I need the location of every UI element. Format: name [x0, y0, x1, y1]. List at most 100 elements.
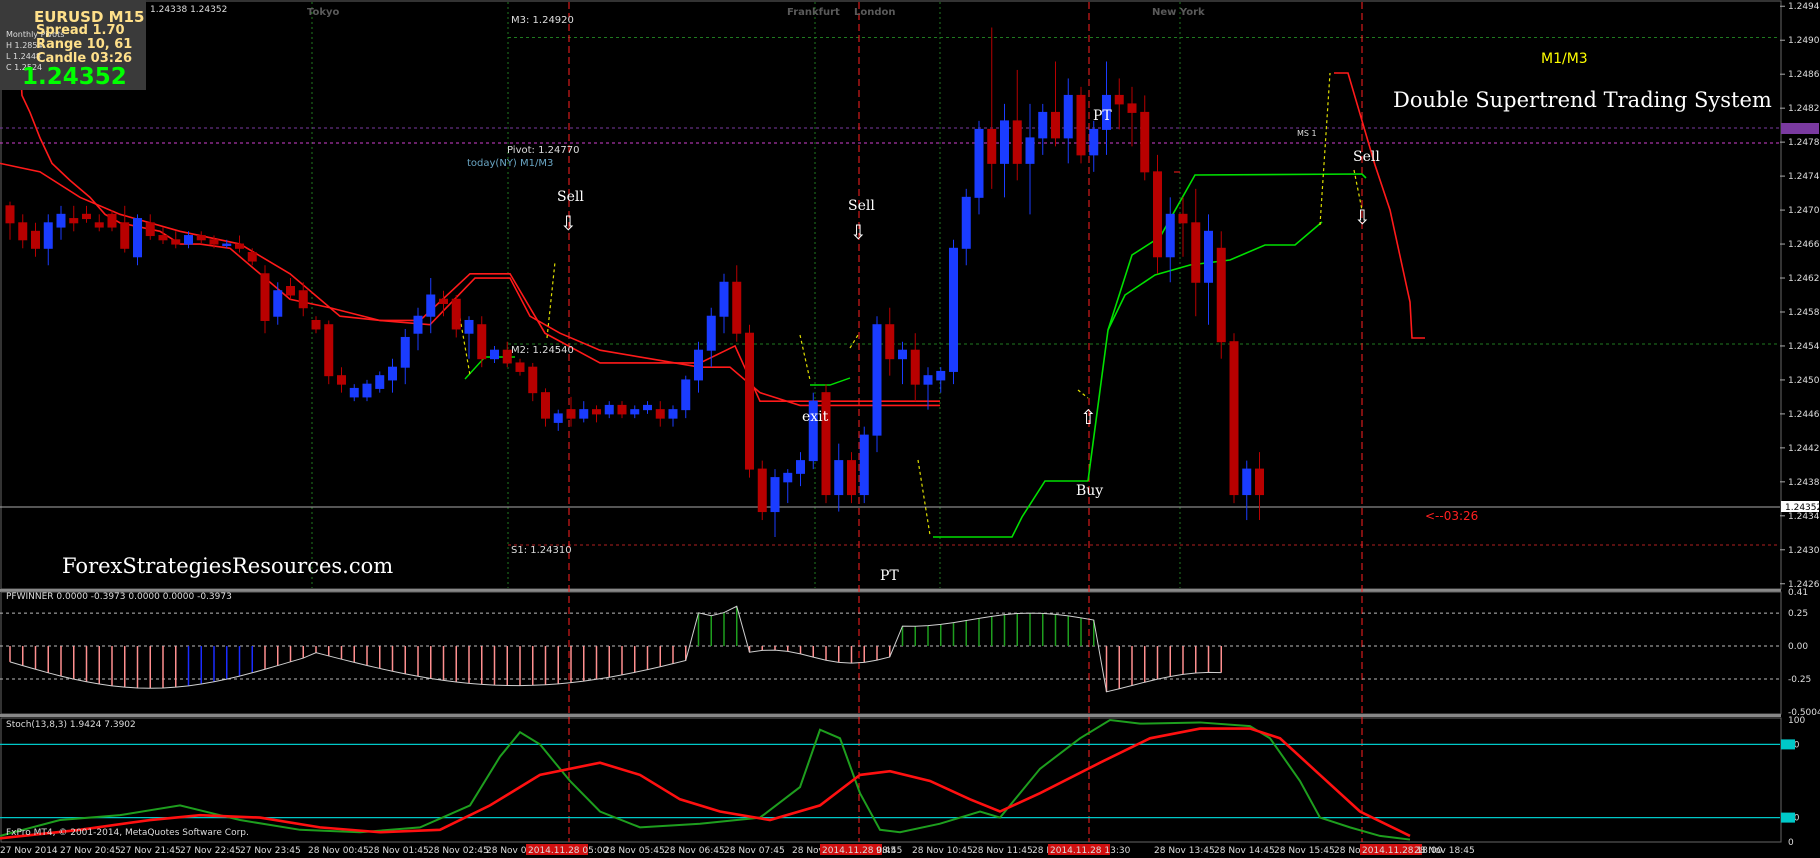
candle-body	[209, 239, 219, 245]
candle-body	[617, 404, 627, 415]
level-ms1: MS 1	[1297, 129, 1317, 138]
candle-body	[18, 222, 28, 241]
candle-body	[553, 413, 563, 423]
website-watermark: ForexStrategiesResources.com	[62, 554, 394, 578]
candle-body	[541, 392, 550, 419]
candle-body	[655, 409, 665, 419]
candle-body	[1204, 230, 1213, 283]
exit-signal: exit	[802, 409, 829, 425]
copyright-label: FxPro MT4, © 2001-2014, MetaQuotes Softw…	[6, 828, 249, 838]
level-m2: M2: 1.24540	[511, 345, 574, 356]
time-tick-label: 28 Nov	[792, 846, 825, 856]
candle-body	[515, 362, 525, 372]
price-tick-label: 1.24665	[1788, 240, 1820, 250]
candle-body	[273, 290, 283, 317]
time-tick-label: 28 Nov 15:45	[1274, 846, 1335, 856]
candle-body	[834, 460, 844, 496]
stoch-level-box	[1781, 739, 1795, 750]
supertrend-green-lower-line	[933, 480, 1088, 538]
candle-body	[43, 222, 53, 249]
price-tick-label: 1.24505	[1788, 376, 1820, 386]
candle-body	[107, 213, 117, 228]
candle-body	[528, 366, 538, 394]
candle-body	[1191, 222, 1201, 283]
candle-body	[413, 315, 423, 334]
candle-body	[1165, 213, 1175, 258]
candle-body	[120, 222, 130, 249]
session-london: London	[854, 7, 896, 18]
price-tick-label: 1.24945	[1788, 2, 1820, 12]
candle-body	[184, 235, 193, 245]
candle-body	[69, 218, 79, 224]
candle-body	[82, 213, 91, 220]
candle-body	[732, 281, 742, 334]
price-tick-label: 1.24385	[1788, 478, 1820, 488]
candle-body	[1114, 94, 1124, 105]
candle-body	[579, 409, 589, 419]
candle-body	[592, 409, 601, 415]
candle-body	[298, 290, 308, 309]
sell-signal-1: Sell	[557, 189, 584, 205]
symbol-info-panel: EURUSD M15 Monthly Pivots H 1.2854 L 1.2…	[0, 0, 146, 90]
candle-body	[145, 222, 155, 237]
candle-body	[426, 294, 436, 317]
candle-body	[171, 239, 181, 245]
candle-body	[910, 349, 920, 385]
candle-body	[566, 409, 576, 419]
down-arrow-icon: ⇩	[560, 211, 577, 235]
price-tick-label: 1.24705	[1788, 206, 1820, 216]
stoch-tick-label: 100	[1788, 716, 1805, 726]
pfwinner-label: PFWINNER 0.0000 -0.3973 0.0000 0.0000 -0…	[6, 592, 232, 602]
time-tick-label: 28 Nov 13:45	[1154, 846, 1215, 856]
candle-body	[286, 286, 295, 296]
candle-body	[1000, 120, 1009, 164]
bid-ask-quote: 1.24338 1.24352	[150, 5, 228, 15]
stoch-panel-frame	[0, 717, 1782, 843]
time-tick-label: 28 Nov 14:45	[1214, 846, 1275, 856]
supertrend-green-mid-line	[1107, 221, 1323, 331]
price-tick-label: 1.24425	[1788, 444, 1820, 454]
candle-body	[5, 205, 15, 224]
candle-body	[56, 213, 66, 228]
candle-body	[923, 375, 933, 385]
candle-body	[936, 370, 946, 381]
chart-canvas: 1.24945 1.24905 1.24865 1.24825 1.24785 1.247…	[0, 0, 1820, 856]
candle-body	[375, 375, 385, 389]
trend-transition-line	[917, 459, 931, 536]
candle-body	[349, 387, 359, 398]
candle-body	[783, 472, 793, 483]
time-tick-label: 27 Nov 20:45	[60, 846, 121, 856]
range-label: Range 10, 61	[36, 37, 133, 52]
candle-body	[158, 235, 168, 241]
candle-body	[974, 128, 984, 198]
pt-signal-1: PT	[880, 568, 899, 584]
candle-body	[694, 349, 703, 381]
stoch-level-box	[1781, 812, 1795, 823]
candle-body	[1229, 341, 1239, 496]
candle-body	[337, 375, 346, 385]
candle-body	[222, 243, 232, 247]
down-arrow-icon: ⇩	[850, 220, 867, 244]
candle-body	[1051, 111, 1060, 139]
buy-signal: Buy	[1076, 483, 1104, 499]
level-pivot: Pivot: 1.24770	[507, 145, 580, 156]
candle-body	[260, 273, 270, 321]
candle-body	[388, 366, 397, 381]
candle-body	[668, 409, 678, 419]
candle-body	[1038, 111, 1048, 139]
time-tick-label: 28 Nov 07:45	[724, 846, 785, 856]
time-tick-label: 2014.11.28 05:00	[528, 846, 609, 856]
candle-body	[1140, 111, 1150, 173]
candle-body	[961, 196, 971, 249]
candle-body	[1255, 468, 1264, 496]
candle-body	[987, 128, 997, 164]
price-tick-label: 1.24625	[1788, 274, 1820, 284]
time-tick-label: 9:45	[876, 846, 896, 856]
candle-body	[1242, 468, 1252, 496]
panel-separator	[0, 714, 1781, 717]
pfwinner-tick-label: -0.25	[1788, 675, 1811, 685]
candle-body	[630, 409, 640, 415]
time-tick-label: 28 Nov 18:45	[1414, 846, 1475, 856]
candle-body	[1089, 128, 1099, 156]
candle-body	[1127, 103, 1137, 113]
